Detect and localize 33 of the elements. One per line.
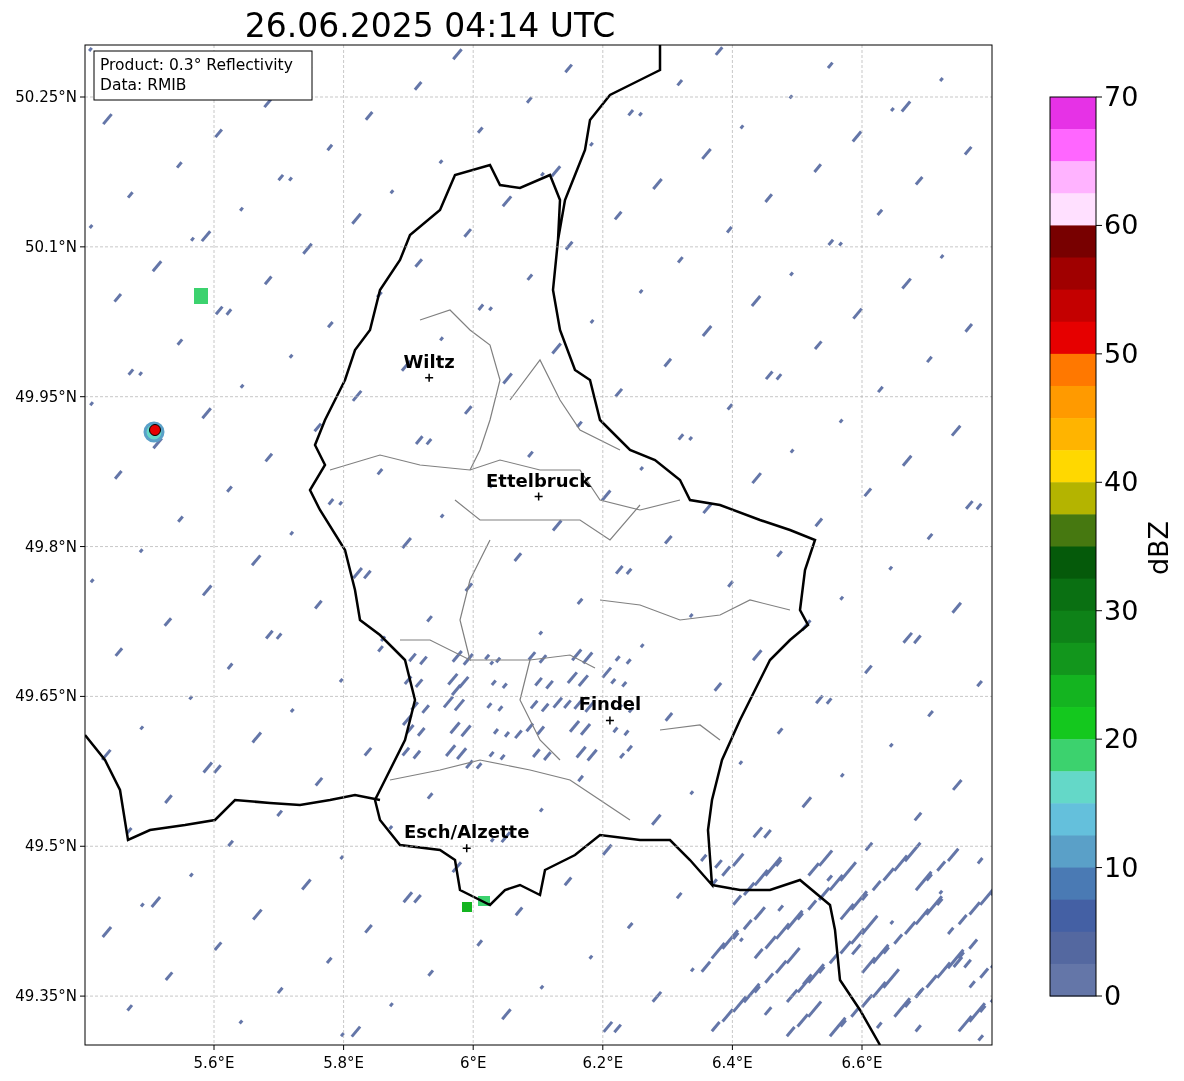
latitude-label: 50.25°N xyxy=(15,88,77,106)
longitude-label: 6.2°E xyxy=(582,1054,624,1072)
colorbar-tick-label: 50 xyxy=(1104,337,1139,369)
info-text: Data: RMIB xyxy=(100,76,187,94)
longitude-label: 6.4°E xyxy=(712,1054,753,1072)
colorbar-tick-label: 20 xyxy=(1104,723,1139,755)
colorbar-tick-label: 30 xyxy=(1104,594,1139,626)
city-marker-icon xyxy=(533,491,544,502)
city-label: Esch/Alzette xyxy=(404,821,530,843)
city-marker-icon xyxy=(605,715,615,726)
city-label: Wiltz xyxy=(403,350,455,372)
latitude-label: 50.1°N xyxy=(24,237,77,256)
latitude-label: 49.8°N xyxy=(24,537,77,556)
city-label: Ettelbruck xyxy=(486,469,592,491)
colorbar-label: dBZ xyxy=(1143,520,1174,576)
city-marker-icon xyxy=(461,843,472,853)
latitude-label: 49.5°N xyxy=(24,837,77,856)
colorbar-tick-label: 40 xyxy=(1104,466,1139,498)
info-text: Product: 0.3° Reflectivity xyxy=(100,56,293,74)
latitude-label: 49.65°N xyxy=(15,687,77,706)
latitude-label: 49.95°N xyxy=(15,387,77,406)
city-marker-icon xyxy=(424,372,434,383)
longitude-label: 6°E xyxy=(459,1054,487,1072)
colorbar-tick-label: 0 xyxy=(1104,980,1122,1011)
colorbar-tick-label: 10 xyxy=(1104,851,1139,883)
chart-title: 26.06.2025 04:14 UTC xyxy=(244,6,616,45)
radar-site-marker xyxy=(149,424,161,436)
latitude-label: 49.35°N xyxy=(15,987,77,1006)
longitude-label: 5.6°E xyxy=(193,1054,235,1072)
colorbar-tick-label: 60 xyxy=(1104,209,1139,241)
longitude-label: 6.6°E xyxy=(841,1054,883,1072)
colorbar-tick-label: 70 xyxy=(1104,81,1139,112)
longitude-label: 5.8°E xyxy=(323,1054,364,1072)
